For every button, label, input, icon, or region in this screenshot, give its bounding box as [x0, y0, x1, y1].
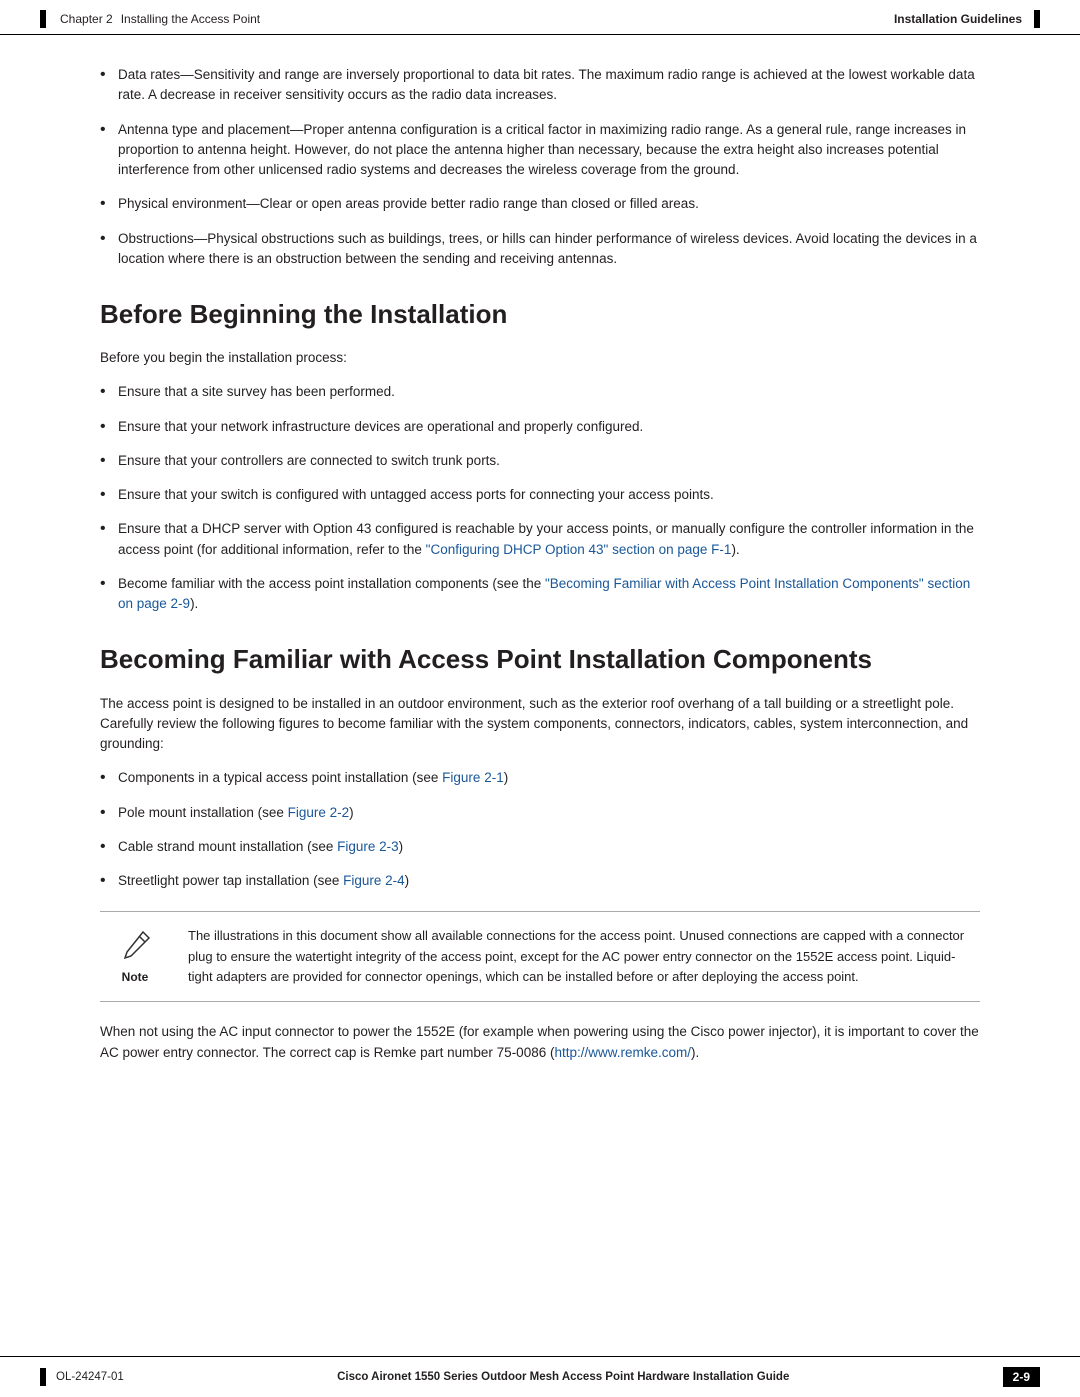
bullet-text: Ensure that your controllers are connect…	[118, 451, 980, 471]
bullet-dot: •	[100, 576, 118, 592]
list-item: • Data rates—Sensitivity and range are i…	[100, 65, 980, 106]
bottom-paragraph: When not using the AC input connector to…	[100, 1022, 980, 1064]
bullet-text: Physical environment—Clear or open areas…	[118, 194, 980, 214]
section1-heading: Before Beginning the Installation	[100, 299, 980, 330]
bullet-text-after: )	[504, 770, 509, 785]
list-item: • Obstructions—Physical obstructions suc…	[100, 229, 980, 270]
section2-heading: Becoming Familiar with Access Point Inst…	[100, 644, 980, 675]
bullet-dot: •	[100, 384, 118, 400]
footer-doc-number: OL-24247-01	[56, 1371, 124, 1383]
list-item: • Components in a typical access point i…	[100, 768, 980, 788]
bullet-dot: •	[100, 873, 118, 889]
bullet-dot: •	[100, 231, 118, 247]
bullet-text-after: )	[399, 839, 404, 854]
page-footer: OL-24247-01 Cisco Aironet 1550 Series Ou…	[0, 1356, 1080, 1397]
list-item: • Cable strand mount installation (see F…	[100, 837, 980, 857]
note-icon	[115, 926, 155, 966]
bullet-text: Ensure that your switch is configured wi…	[118, 485, 980, 505]
content-area: • Data rates—Sensitivity and range are i…	[0, 35, 1080, 1094]
bottom-text-after: ).	[691, 1045, 699, 1060]
list-item: • Ensure that your controllers are conne…	[100, 451, 980, 471]
bullet-text: Ensure that a DHCP server with Option 43…	[118, 519, 980, 560]
bullet-dot: •	[100, 419, 118, 435]
page-wrapper: Chapter 2 Installing the Access Point In…	[0, 0, 1080, 1397]
section2-bullet-list: • Components in a typical access point i…	[100, 768, 980, 891]
bullet-dot: •	[100, 839, 118, 855]
header-black-bar-left	[40, 10, 46, 28]
footer-guide-title: Cisco Aironet 1550 Series Outdoor Mesh A…	[337, 1371, 789, 1383]
bullet-dot: •	[100, 521, 118, 537]
figure2-1-link[interactable]: Figure 2-1	[442, 770, 504, 785]
bullet-text: Streetlight power tap installation (see …	[118, 871, 980, 891]
header-section-label: Installation Guidelines	[894, 12, 1022, 26]
header-chapter-title: Installing the Access Point	[121, 12, 260, 26]
bullet-text: Components in a typical access point ins…	[118, 768, 980, 788]
bullet-text-after: )	[405, 873, 410, 888]
bullet-text: Ensure that a site survey has been perfo…	[118, 382, 980, 402]
footer-right: 2-9	[1003, 1367, 1040, 1387]
list-item: • Pole mount installation (see Figure 2-…	[100, 803, 980, 823]
note-label: Note	[122, 970, 149, 984]
bullet-text: Cable strand mount installation (see Fig…	[118, 837, 980, 857]
bullet-text: Ensure that your network infrastructure …	[118, 417, 980, 437]
footer-black-bar-left	[40, 1368, 46, 1386]
bullet-text: Become familiar with the access point in…	[118, 574, 980, 615]
list-item: • Streetlight power tap installation (se…	[100, 871, 980, 891]
footer-center: Cisco Aironet 1550 Series Outdoor Mesh A…	[337, 1371, 789, 1383]
list-item: • Ensure that a site survey has been per…	[100, 382, 980, 402]
bullet-text-after: ).	[190, 596, 198, 611]
section1-bullet-list: • Ensure that a site survey has been per…	[100, 382, 980, 614]
list-item: • Ensure that a DHCP server with Option …	[100, 519, 980, 560]
bullet-text-before: Pole mount installation (see	[118, 805, 288, 820]
list-item: • Ensure that your switch is configured …	[100, 485, 980, 505]
header-right: Installation Guidelines	[894, 10, 1040, 28]
bullet-dot: •	[100, 122, 118, 138]
bullet-text-before: Streetlight power tap installation (see	[118, 873, 343, 888]
bullet-dot: •	[100, 487, 118, 503]
bullet-text-before: Components in a typical access point ins…	[118, 770, 442, 785]
bullet-text-before: Cable strand mount installation (see	[118, 839, 337, 854]
header-left: Chapter 2 Installing the Access Point	[40, 10, 260, 28]
footer-left: OL-24247-01	[40, 1368, 124, 1386]
remke-link[interactable]: http://www.remke.com/	[554, 1045, 691, 1060]
list-item: • Antenna type and placement—Proper ante…	[100, 120, 980, 181]
header-chapter: Chapter 2	[60, 12, 113, 26]
bullet-text: Pole mount installation (see Figure 2-2)	[118, 803, 980, 823]
section1-intro: Before you begin the installation proces…	[100, 348, 980, 368]
note-icon-area: Note	[100, 926, 170, 984]
page-header: Chapter 2 Installing the Access Point In…	[0, 0, 1080, 35]
top-bullet-list: • Data rates—Sensitivity and range are i…	[100, 65, 980, 269]
bottom-text-before: When not using the AC input connector to…	[100, 1024, 979, 1060]
figure2-2-link[interactable]: Figure 2-2	[288, 805, 350, 820]
figure2-4-link[interactable]: Figure 2-4	[343, 873, 405, 888]
header-black-bar-right	[1034, 10, 1040, 28]
footer-page-number: 2-9	[1003, 1367, 1040, 1387]
bullet-dot: •	[100, 67, 118, 83]
note-content: The illustrations in this document show …	[188, 926, 980, 986]
list-item: • Become familiar with the access point …	[100, 574, 980, 615]
bullet-text: Obstructions—Physical obstructions such …	[118, 229, 980, 270]
figure2-3-link[interactable]: Figure 2-3	[337, 839, 399, 854]
bullet-text-before: Become familiar with the access point in…	[118, 576, 545, 591]
bullet-text-after: ).	[731, 542, 739, 557]
list-item: • Physical environment—Clear or open are…	[100, 194, 980, 214]
bullet-text: Data rates—Sensitivity and range are inv…	[118, 65, 980, 106]
bullet-dot: •	[100, 196, 118, 212]
bullet-dot: •	[100, 770, 118, 786]
bullet-dot: •	[100, 453, 118, 469]
note-box: Note The illustrations in this document …	[100, 911, 980, 1001]
list-item: • Ensure that your network infrastructur…	[100, 417, 980, 437]
section2-intro: The access point is designed to be insta…	[100, 694, 980, 755]
bullet-text: Antenna type and placement—Proper antenn…	[118, 120, 980, 181]
dhcp-link[interactable]: "Configuring DHCP Option 43" section on …	[426, 542, 732, 557]
bullet-text-after: )	[349, 805, 354, 820]
bullet-dot: •	[100, 805, 118, 821]
